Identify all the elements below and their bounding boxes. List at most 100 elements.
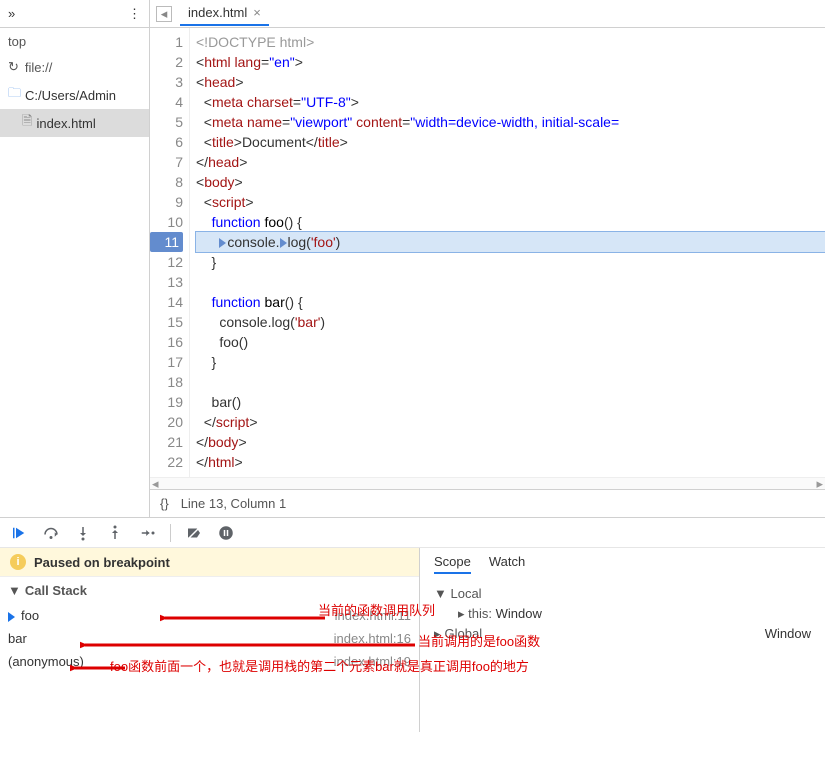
context-selector[interactable]: top: [0, 28, 149, 55]
code-line[interactable]: <!DOCTYPE html>: [196, 32, 825, 52]
code-line[interactable]: console.log('bar'): [196, 312, 825, 332]
resume-button[interactable]: [10, 524, 28, 542]
line-number[interactable]: 18: [150, 372, 183, 392]
folder-label: C:/Users/Admin: [25, 88, 116, 103]
code-line[interactable]: <html lang="en">: [196, 52, 825, 72]
top-left-controls: » ⋮: [0, 0, 150, 27]
pretty-print-button[interactable]: {}: [160, 496, 169, 511]
step-over-button[interactable]: [42, 524, 60, 542]
step-button[interactable]: [138, 524, 156, 542]
sidebar: top ↻ file:// 🗀 C:/Users/Admin 🗎 index.h…: [0, 28, 150, 517]
line-number[interactable]: 4: [150, 92, 183, 112]
cursor-position: Line 13, Column 1: [181, 496, 287, 511]
scope-this-value: Window: [496, 606, 542, 621]
tab-strip: ◂ index.html ×: [150, 0, 825, 27]
info-icon: i: [10, 554, 26, 570]
line-number[interactable]: 13: [150, 272, 183, 292]
line-gutter[interactable]: 12345678910111213141516171819202122: [150, 28, 190, 477]
code-line[interactable]: <title>Document</title>: [196, 132, 825, 152]
scope-tabs: Scope Watch: [420, 548, 825, 580]
code-line[interactable]: </script>: [196, 412, 825, 432]
close-icon[interactable]: ×: [253, 5, 261, 20]
paused-banner: i Paused on breakpoint: [0, 548, 419, 576]
scope-this-row[interactable]: ▸ this: Window: [434, 604, 811, 624]
line-number[interactable]: 15: [150, 312, 183, 332]
line-number[interactable]: 16: [150, 332, 183, 352]
file-label: index.html: [188, 5, 247, 20]
tree-folder[interactable]: 🗀 C:/Users/Admin: [0, 81, 149, 109]
code-line[interactable]: bar(): [196, 392, 825, 412]
code-area[interactable]: 12345678910111213141516171819202122 <!DO…: [150, 28, 825, 477]
more-menu-button[interactable]: ⋮: [128, 6, 141, 22]
step-out-button[interactable]: [106, 524, 124, 542]
collapse-panel-button[interactable]: »: [8, 6, 15, 21]
line-number[interactable]: 19: [150, 392, 183, 412]
code-line[interactable]: function bar() {: [196, 292, 825, 312]
line-number[interactable]: 20: [150, 412, 183, 432]
code-line[interactable]: function foo() {: [196, 212, 825, 232]
code-line[interactable]: </html>: [196, 452, 825, 472]
step-into-button[interactable]: [74, 524, 92, 542]
line-number[interactable]: 2: [150, 52, 183, 72]
scope-global-value: Window: [765, 624, 811, 644]
code-line[interactable]: <meta name="viewport" content="width=dev…: [196, 112, 825, 132]
code-line[interactable]: [196, 372, 825, 392]
origin-label: file://: [25, 60, 52, 75]
line-number[interactable]: 9: [150, 192, 183, 212]
horizontal-scrollbar[interactable]: ◂▸: [150, 477, 825, 489]
code-line[interactable]: foo(): [196, 332, 825, 352]
code-line[interactable]: <meta charset="UTF-8">: [196, 92, 825, 112]
code-line[interactable]: }: [196, 352, 825, 372]
refresh-icon: ↻: [8, 59, 19, 75]
line-number[interactable]: 1: [150, 32, 183, 52]
tree-file[interactable]: 🗎 index.html: [0, 109, 149, 137]
chevron-down-icon: ▼: [8, 583, 21, 598]
select-file-button[interactable]: ◂: [156, 6, 172, 22]
tab-scope[interactable]: Scope: [434, 554, 471, 574]
code-line[interactable]: console.log('foo'): [196, 232, 825, 252]
debugger-toolbar: [0, 518, 825, 548]
code-line[interactable]: </head>: [196, 152, 825, 172]
frame-function: foo: [8, 608, 39, 623]
code-line[interactable]: <script>: [196, 192, 825, 212]
line-number[interactable]: 10: [150, 212, 183, 232]
code-line[interactable]: <head>: [196, 72, 825, 92]
paused-text: Paused on breakpoint: [34, 555, 170, 570]
tab-index-html[interactable]: index.html ×: [180, 1, 269, 26]
scope-this-label: this:: [468, 606, 492, 621]
scope-local-label: Local: [450, 586, 481, 601]
origin-row[interactable]: ↻ file://: [0, 55, 149, 79]
line-number[interactable]: 11: [150, 232, 183, 252]
line-number[interactable]: 21: [150, 432, 183, 452]
scope-local-row[interactable]: ▼ Local: [434, 584, 811, 604]
code-line[interactable]: }: [196, 252, 825, 272]
tab-watch[interactable]: Watch: [489, 554, 525, 574]
code-line[interactable]: </body>: [196, 432, 825, 452]
line-number[interactable]: 8: [150, 172, 183, 192]
editor: 12345678910111213141516171819202122 <!DO…: [150, 28, 825, 517]
code-line[interactable]: <body>: [196, 172, 825, 192]
line-number[interactable]: 12: [150, 252, 183, 272]
deactivate-breakpoints-button[interactable]: [185, 524, 203, 542]
file-icon: 🗎: [22, 112, 32, 134]
pause-on-exceptions-button[interactable]: [217, 524, 235, 542]
line-number[interactable]: 22: [150, 452, 183, 472]
top-bar: » ⋮ ◂ index.html ×: [0, 0, 825, 28]
debugger-panel: i Paused on breakpoint ▼ Call Stack foo i…: [0, 518, 825, 732]
code-lines[interactable]: <!DOCTYPE html><html lang="en"><head> <m…: [190, 28, 825, 477]
file-label: index.html: [36, 116, 95, 131]
line-number[interactable]: 7: [150, 152, 183, 172]
line-number[interactable]: 17: [150, 352, 183, 372]
annotation-text-2: 当前调用的是foo函数: [418, 631, 540, 650]
main-area: top ↻ file:// 🗀 C:/Users/Admin 🗎 index.h…: [0, 28, 825, 518]
annotation-arrow-2: [80, 636, 420, 654]
annotation-text-3: foo函数前面一个，也就是调用栈的第二个元素bar就是真正调用foo的地方: [110, 656, 529, 675]
code-line[interactable]: [196, 272, 825, 292]
frame-function: bar: [8, 631, 27, 646]
line-number[interactable]: 3: [150, 72, 183, 92]
callstack-label: Call Stack: [25, 583, 87, 598]
line-number[interactable]: 5: [150, 112, 183, 132]
status-bar: {} Line 13, Column 1: [150, 489, 825, 517]
line-number[interactable]: 6: [150, 132, 183, 152]
line-number[interactable]: 14: [150, 292, 183, 312]
